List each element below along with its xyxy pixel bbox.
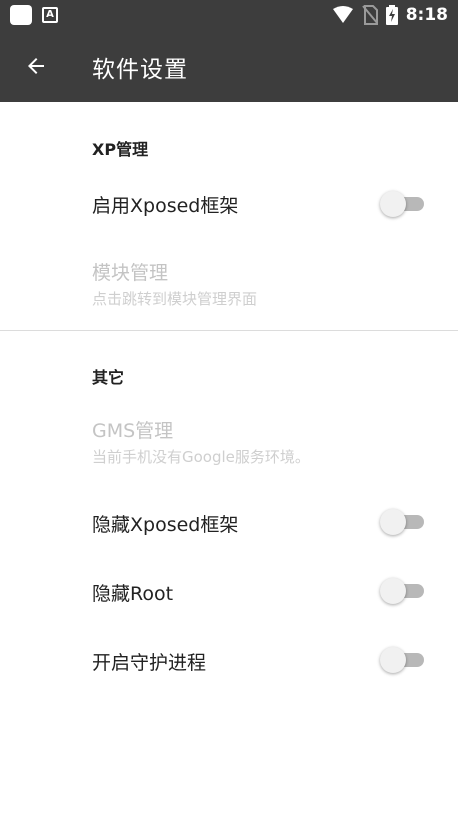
setting-title: 隐藏Root — [92, 583, 174, 605]
setting-enable-xposed[interactable]: 启用Xposed框架 — [0, 170, 458, 236]
category-header-other: 其它 — [92, 368, 125, 387]
setting-hide-root[interactable]: 隐藏Root — [0, 557, 458, 623]
setting-gms-management[interactable]: GMS管理 当前手机没有Google服务环境。 — [0, 406, 458, 472]
switch-thumb — [380, 509, 406, 535]
hide-xposed-switch[interactable] — [380, 509, 426, 535]
setting-title: GMS管理 — [92, 420, 174, 442]
setting-module-management[interactable]: 模块管理 点击跳转到模块管理界面 — [0, 246, 458, 320]
setting-summary: 点击跳转到模块管理界面 — [92, 290, 258, 308]
no-sim-icon — [361, 5, 378, 25]
setting-daemon-process[interactable]: 开启守护进程 — [0, 626, 458, 692]
setting-title: 模块管理 — [92, 262, 169, 284]
category-header-xp: XP管理 — [92, 140, 149, 159]
switch-thumb — [380, 578, 406, 604]
status-bar: A 8:18 — [0, 0, 458, 30]
section-divider — [0, 330, 458, 331]
notification-square-icon — [10, 5, 32, 25]
notification-a-icon: A — [42, 7, 58, 23]
wifi-icon — [332, 6, 353, 23]
status-time: 8:18 — [405, 5, 448, 25]
switch-thumb — [380, 647, 406, 673]
setting-title: 启用Xposed框架 — [92, 195, 239, 217]
setting-title: 开启守护进程 — [92, 652, 207, 674]
setting-summary: 当前手机没有Google服务环境。 — [92, 448, 310, 466]
page-title: 软件设置 — [92, 57, 188, 83]
status-bar-left: A — [10, 5, 58, 25]
enable-xposed-switch[interactable] — [380, 191, 426, 217]
setting-title: 隐藏Xposed框架 — [92, 514, 239, 536]
hide-root-switch[interactable] — [380, 578, 426, 604]
back-button[interactable] — [14, 44, 58, 88]
arrow-left-icon — [28, 58, 44, 74]
switch-thumb — [380, 191, 406, 217]
status-bar-right: 8:18 — [332, 5, 448, 25]
battery-charging-icon — [385, 5, 398, 25]
daemon-process-switch[interactable] — [380, 647, 426, 673]
app-bar: 软件设置 — [0, 30, 458, 102]
setting-hide-xposed[interactable]: 隐藏Xposed框架 — [0, 488, 458, 554]
